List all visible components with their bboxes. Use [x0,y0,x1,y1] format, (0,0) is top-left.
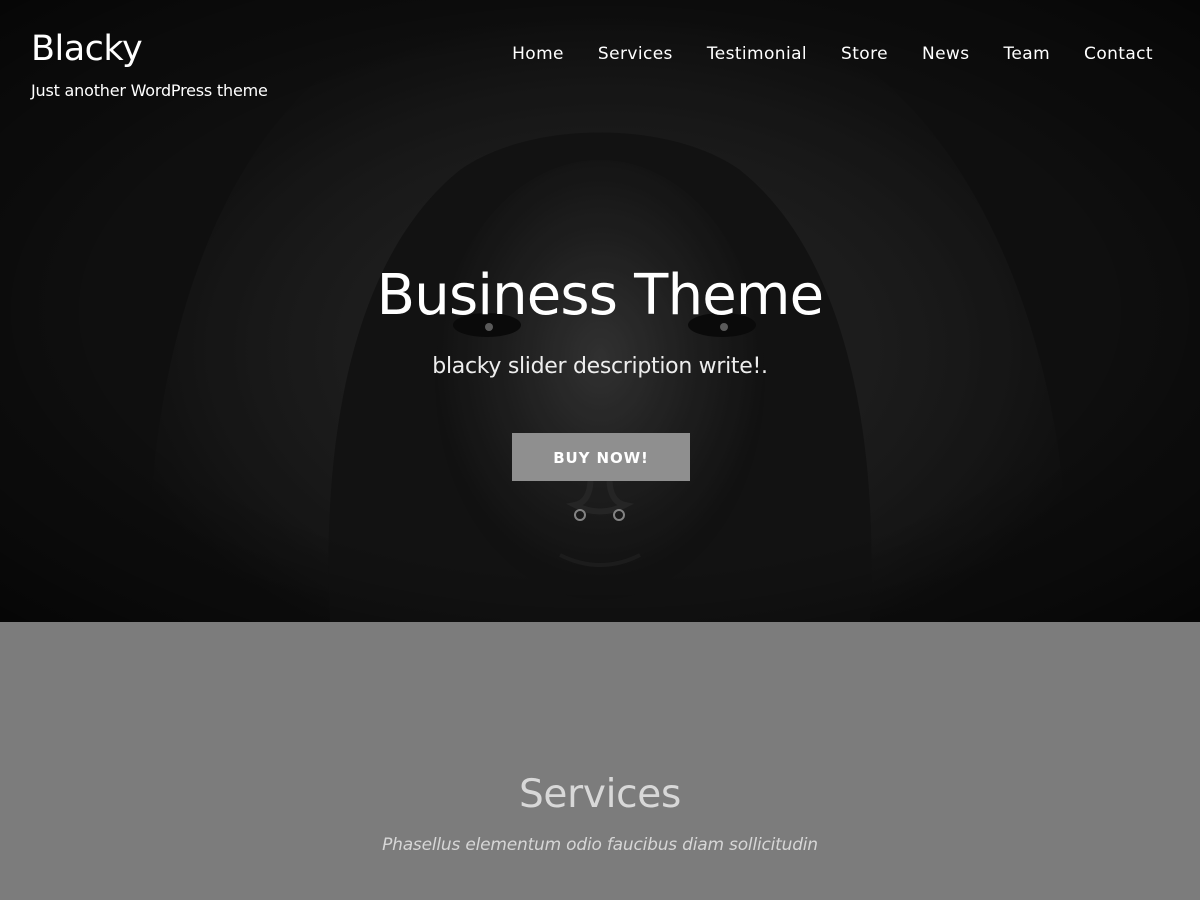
site-branding: Blacky Just another WordPress theme [31,26,268,101]
nav-item-testimonial[interactable]: Testimonial [707,42,807,66]
page: Blacky Just another WordPress theme Home… [0,0,1200,900]
slide-content: Business Theme blacky slider description… [0,262,1200,382]
slide-title: Business Theme [376,263,825,328]
services-section: Services Phasellus elementum odio faucib… [0,622,1200,900]
nav-item-contact[interactable]: Contact [1084,42,1153,66]
services-subtitle: Phasellus elementum odio faucibus diam s… [382,835,818,855]
main-navigation: Home Services Testimonial Store News Tea… [478,42,1153,66]
hero-slider: Blacky Just another WordPress theme Home… [0,0,1200,622]
nav-item-team[interactable]: Team [1004,42,1051,66]
services-title: Services [518,772,682,817]
site-title-link[interactable]: Blacky [31,26,268,72]
nav-item-home[interactable]: Home [512,42,564,66]
nav-item-news[interactable]: News [922,42,970,66]
buy-now-button[interactable]: BUY NOW! [512,433,690,481]
slide-description: blacky slider description write!. [432,354,768,379]
site-tagline: Just another WordPress theme [31,81,268,100]
nav-item-services[interactable]: Services [598,42,673,66]
nav-item-store[interactable]: Store [841,42,888,66]
